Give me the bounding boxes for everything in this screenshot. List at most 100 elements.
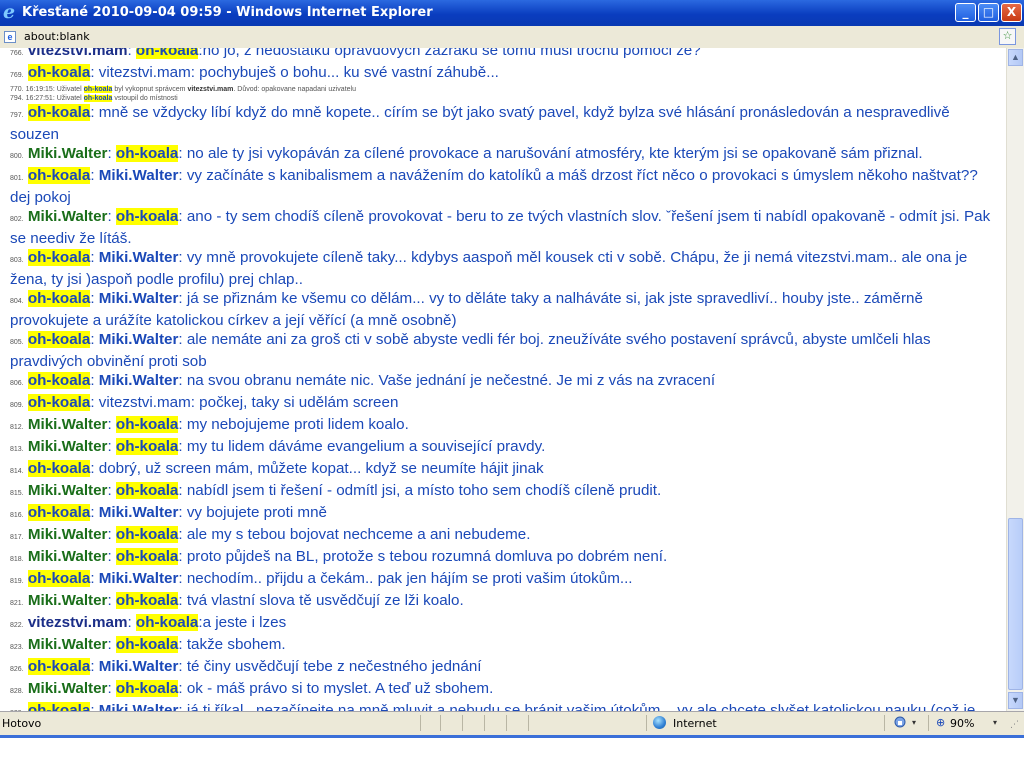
message-sender: Miki.Walter (27, 636, 108, 653)
message-sender: oh-koala (27, 372, 91, 389)
message-recipient: oh-koala (115, 208, 179, 225)
message-number: 823. (10, 644, 24, 651)
message-recipient: oh-koala (135, 614, 199, 631)
zoom-level[interactable]: 90% (950, 717, 974, 730)
message-text: my nebojujeme proti lidem koalo. (186, 416, 409, 433)
chat-message: 803. oh-koala: Miki.Walter: vy mně provo… (10, 249, 968, 288)
message-number: 801. (10, 175, 24, 182)
message-text: na svou obranu nemáte nic. Vaše jednání … (186, 372, 716, 389)
chat-message: 817. Miki.Walter: oh-koala: ale my s teb… (10, 526, 531, 543)
system-number: 770. (10, 86, 24, 93)
message-text: mně se vždycky líbí když do mně kopete..… (10, 104, 950, 143)
message-number: 818. (10, 556, 24, 563)
message-recipient: oh-koala (115, 416, 179, 433)
message-recipient: Miki.Walter (98, 249, 179, 266)
message-number: 819. (10, 578, 24, 585)
message-number: 817. (10, 534, 24, 541)
message-sender: oh-koala (27, 331, 91, 348)
message-recipient: oh-koala (115, 526, 179, 543)
status-separator (506, 715, 507, 731)
message-sender: oh-koala (27, 658, 91, 675)
message-sender: oh-koala (27, 290, 91, 307)
message-recipient: oh-koala (115, 548, 179, 565)
message-number: 805. (10, 339, 24, 346)
scroll-thumb[interactable] (1008, 518, 1023, 690)
status-separator (928, 715, 929, 731)
chat-message: 823. Miki.Walter: oh-koala: takže sbohem… (10, 636, 286, 653)
chat-message: 797. oh-koala: mně se vždycky líbí když … (10, 104, 950, 143)
scroll-down-arrow-icon[interactable]: ▼ (1008, 692, 1023, 709)
message-sender: oh-koala (27, 167, 91, 184)
message-number: 822. (10, 622, 24, 629)
status-bar: Hotovo Internet ▾ ⊕ 90% ▾ ⋰ (0, 711, 1024, 735)
message-text: nabídl jsem ti řešení - odmítl jsi, a mí… (186, 482, 662, 499)
message-number: 812. (10, 424, 24, 431)
message-number: 826. (10, 666, 24, 673)
address-url[interactable]: about:blank (24, 30, 90, 43)
message-number: 802. (10, 216, 24, 223)
chat-message: 828. Miki.Walter: oh-koala: ok - máš prá… (10, 680, 494, 697)
resize-grip-icon[interactable]: ⋰ (1010, 720, 1019, 730)
desktop-strip (0, 735, 1024, 768)
address-bar: e about:blank ☆ (0, 26, 1024, 49)
message-sender: oh-koala (27, 702, 91, 711)
message-recipient: oh-koala (115, 145, 179, 162)
message-text: no ale ty jsi vykopáván za cílené provok… (186, 145, 923, 162)
message-recipient: Miki.Walter (98, 372, 179, 389)
chat-message: 816. oh-koala: Miki.Walter: vy bojujete … (10, 504, 327, 521)
zoom-dropdown-icon[interactable]: ▾ (993, 718, 997, 727)
message-text: a jeste i lzes (202, 614, 287, 631)
page-content: 766. vitezstvi.mam: oh-koala:no jo, z ne… (0, 48, 1006, 711)
message-text: vitezstvi.mam: pochybuješ o bohu... ku s… (98, 64, 499, 81)
vertical-scrollbar[interactable]: ▲ ▼ (1006, 48, 1024, 711)
system-admin: vitezstvi.mam (187, 86, 234, 93)
maximize-button[interactable]: □ (978, 3, 999, 22)
message-number: 816. (10, 512, 24, 519)
message-sender: oh-koala (27, 104, 91, 121)
message-recipient: oh-koala (115, 482, 179, 499)
message-text: no jo, z nedostatku opravdovych zazraku … (202, 48, 701, 59)
message-sender: oh-koala (27, 249, 91, 266)
internet-zone-globe-icon (653, 716, 666, 729)
chat-message: 822. vitezstvi.mam: oh-koala:a jeste i l… (10, 614, 287, 631)
message-number: 769. (10, 72, 24, 79)
system-text: vstoupil do místnosti (112, 95, 178, 102)
message-text: ok - máš právo si to myslet. A teď už sb… (186, 680, 494, 697)
chat-message: 813. Miki.Walter: oh-koala: my tu lidem … (10, 438, 546, 455)
message-recipient: oh-koala (115, 636, 179, 653)
message-sender: oh-koala (27, 394, 91, 411)
message-sender: Miki.Walter (27, 680, 108, 697)
message-text: nechodím.. přijdu a čekám.. pak jen hájí… (186, 570, 633, 587)
message-sender: oh-koala (27, 504, 91, 521)
status-separator (884, 715, 885, 731)
message-text: ale my s tebou bojovat nechceme a ani ne… (186, 526, 531, 543)
message-number: 813. (10, 446, 24, 453)
system-time: 16:27:51: (25, 95, 55, 102)
system-number: 794. (10, 95, 24, 102)
chat-message: 814. oh-koala: dobrý, už screen mám, můž… (10, 460, 544, 477)
scroll-up-arrow-icon[interactable]: ▲ (1008, 49, 1023, 66)
internet-explorer-icon: e (3, 1, 16, 23)
message-sender: Miki.Walter (27, 482, 108, 499)
chat-message: 800. Miki.Walter: oh-koala: no ale ty js… (10, 145, 923, 162)
message-number: 821. (10, 600, 24, 607)
protected-mode-dropdown-icon[interactable]: ▾ (912, 718, 916, 727)
add-favorite-icon[interactable]: ☆ (999, 28, 1016, 45)
zoom-magnifier-icon[interactable]: ⊕ (936, 716, 945, 729)
message-recipient: Miki.Walter (98, 167, 179, 184)
chat-message: 809. oh-koala: vitezstvi.mam: počkej, ta… (10, 394, 399, 411)
chat-message: 818. Miki.Walter: oh-koala: proto půjdeš… (10, 548, 668, 565)
protected-mode-icon[interactable] (894, 716, 906, 728)
chat-message: 766. vitezstvi.mam: oh-koala:no jo, z ne… (10, 48, 1000, 63)
message-number: 806. (10, 380, 24, 387)
minimize-button[interactable]: _ (955, 3, 976, 22)
message-text: té činy usvědčují tebe z nečestného jedn… (186, 658, 482, 675)
message-recipient: oh-koala (115, 438, 179, 455)
message-sender: oh-koala (27, 570, 91, 587)
message-number: 815. (10, 490, 24, 497)
message-number: 809. (10, 402, 24, 409)
message-sender: vitezstvi.mam (27, 48, 128, 59)
close-button[interactable]: X (1001, 3, 1022, 22)
message-number: 766. (10, 50, 24, 57)
message-text: vitezstvi.mam: počkej, taky si udělám sc… (98, 394, 399, 411)
